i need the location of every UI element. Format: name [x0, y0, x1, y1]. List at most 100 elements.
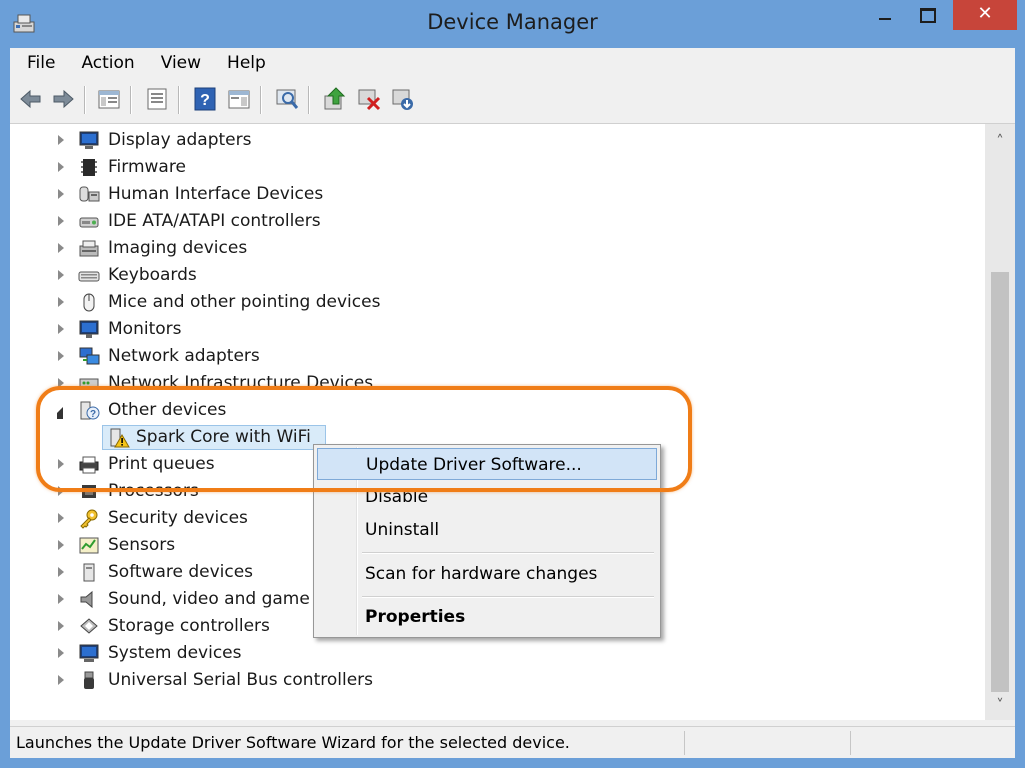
menu-file[interactable]: File — [10, 53, 65, 73]
context-item-label: Uninstall — [365, 520, 440, 540]
tree-item-label: Storage controllers — [108, 616, 270, 636]
forward-arrow-icon[interactable] — [50, 86, 76, 112]
status-text: Launches the Update Driver Software Wiza… — [16, 733, 570, 752]
expand-arrow-icon[interactable] — [58, 135, 64, 145]
back-arrow-icon[interactable] — [18, 86, 44, 112]
maximize-icon — [920, 8, 936, 23]
menu-action[interactable]: Action — [65, 53, 144, 73]
scroll-up-icon[interactable]: ˄ — [985, 126, 1015, 156]
tree-item-network-adapters[interactable]: Network adapters — [10, 343, 970, 370]
tree-item-label: Monitors — [108, 319, 182, 339]
expand-arrow-icon[interactable] — [58, 270, 64, 280]
expand-arrow-icon[interactable] — [58, 324, 64, 334]
expand-arrow-icon[interactable] — [58, 297, 64, 307]
tree-item-monitors[interactable]: Monitors — [10, 316, 970, 343]
hid-icon — [79, 186, 100, 202]
tree-item-usb-controllers[interactable]: Universal Serial Bus controllers — [10, 667, 970, 694]
toolbar-separator — [178, 86, 180, 114]
expand-arrow-icon[interactable] — [58, 513, 64, 523]
context-menu-separator — [362, 552, 654, 554]
show-hide-console-tree-icon[interactable] — [96, 86, 122, 112]
context-scan-hardware[interactable]: Scan for hardware changes — [317, 558, 657, 590]
help-icon[interactable]: ? — [192, 86, 218, 112]
tree-item-label: Keyboards — [108, 265, 197, 285]
mouse-icon — [83, 293, 95, 312]
usb-icon — [84, 671, 94, 689]
enable-device-icon[interactable] — [390, 86, 416, 112]
action-pane-icon[interactable] — [226, 86, 252, 112]
tree-item-display-adapters[interactable]: Display adapters — [10, 127, 970, 154]
tree-item-imaging-devices[interactable]: Imaging devices — [10, 235, 970, 262]
svg-text:?: ? — [200, 92, 210, 109]
update-driver-icon[interactable] — [322, 86, 348, 112]
tree-item-label: Display adapters — [108, 130, 252, 150]
expand-arrow-icon[interactable] — [58, 540, 64, 550]
close-icon: ✕ — [977, 3, 993, 24]
properties-icon[interactable] — [144, 86, 170, 112]
context-item-label: Scan for hardware changes — [365, 564, 598, 584]
context-properties[interactable]: Properties — [317, 601, 657, 633]
maximize-button[interactable] — [913, 0, 943, 32]
tree-item-firmware[interactable]: Firmware — [10, 154, 970, 181]
sensor-icon — [79, 537, 99, 554]
toolbar-separator — [130, 86, 132, 114]
tree-item-ide-controllers[interactable]: IDE ATA/ATAPI controllers — [10, 208, 970, 235]
context-uninstall[interactable]: Uninstall — [317, 514, 657, 546]
software-device-icon — [83, 563, 95, 582]
speaker-icon — [80, 590, 93, 609]
toolbar-separator — [260, 86, 262, 114]
display-adapter-icon — [79, 131, 99, 149]
tree-item-label: Firmware — [108, 157, 186, 177]
security-key-icon — [80, 509, 98, 529]
vertical-scrollbar[interactable]: ˄ ˅ — [985, 124, 1015, 720]
device-manager-window: Device Manager ✕ File Action View Help ?… — [0, 0, 1025, 768]
tree-item-label: Imaging devices — [108, 238, 248, 258]
tree-item-label: IDE ATA/ATAPI controllers — [108, 211, 321, 231]
toolbar-separator — [84, 86, 86, 114]
minimize-button[interactable] — [870, 0, 900, 32]
ide-controller-icon — [79, 217, 99, 228]
scroll-down-icon[interactable]: ˅ — [985, 690, 1015, 720]
network-adapter-icon — [79, 347, 100, 365]
tree-item-label: Universal Serial Bus controllers — [108, 670, 374, 690]
title-bar[interactable]: Device Manager ✕ — [0, 0, 1025, 48]
expand-arrow-icon[interactable] — [58, 567, 64, 577]
expand-arrow-icon[interactable] — [58, 351, 64, 361]
status-divider — [850, 731, 851, 755]
tree-item-label: Network adapters — [108, 346, 260, 366]
status-bar: Launches the Update Driver Software Wiza… — [10, 726, 1015, 758]
tree-item-label: Human Interface Devices — [108, 184, 324, 204]
minimize-icon — [879, 18, 891, 20]
storage-controller-icon — [80, 618, 98, 634]
expand-arrow-icon[interactable] — [58, 162, 64, 172]
tree-item-label: Sensors — [108, 535, 176, 555]
expand-arrow-icon[interactable] — [58, 243, 64, 253]
expand-arrow-icon[interactable] — [58, 621, 64, 631]
expand-arrow-icon[interactable] — [58, 216, 64, 226]
system-device-icon — [79, 644, 99, 662]
scan-hardware-icon[interactable] — [274, 86, 300, 112]
tree-item-label: Mice and other pointing devices — [108, 292, 381, 312]
tree-item-system-devices[interactable]: System devices — [10, 640, 970, 667]
close-button[interactable]: ✕ — [953, 0, 1017, 30]
tree-item-keyboards[interactable]: Keyboards — [10, 262, 970, 289]
scrollbar-thumb[interactable] — [991, 272, 1009, 692]
menu-help[interactable]: Help — [211, 53, 276, 73]
toolbar: ? — [10, 78, 1015, 124]
keyboard-icon — [78, 271, 100, 282]
context-item-label: Properties — [365, 607, 466, 627]
expand-arrow-icon[interactable] — [58, 189, 64, 199]
tree-item-mice[interactable]: Mice and other pointing devices — [10, 289, 970, 316]
expand-arrow-icon[interactable] — [58, 675, 64, 685]
tree-item-label: Software devices — [108, 562, 254, 582]
monitor-icon — [79, 320, 99, 338]
tree-item-human-interface-devices[interactable]: Human Interface Devices — [10, 181, 970, 208]
tree-item-label: System devices — [108, 643, 242, 663]
uninstall-icon[interactable] — [356, 86, 382, 112]
expand-arrow-icon[interactable] — [58, 594, 64, 604]
highlight-annotation-ring — [36, 386, 692, 492]
toolbar-separator — [308, 86, 310, 114]
menu-view[interactable]: View — [145, 53, 211, 73]
expand-arrow-icon[interactable] — [58, 648, 64, 658]
menu-bar: File Action View Help — [10, 48, 1015, 78]
